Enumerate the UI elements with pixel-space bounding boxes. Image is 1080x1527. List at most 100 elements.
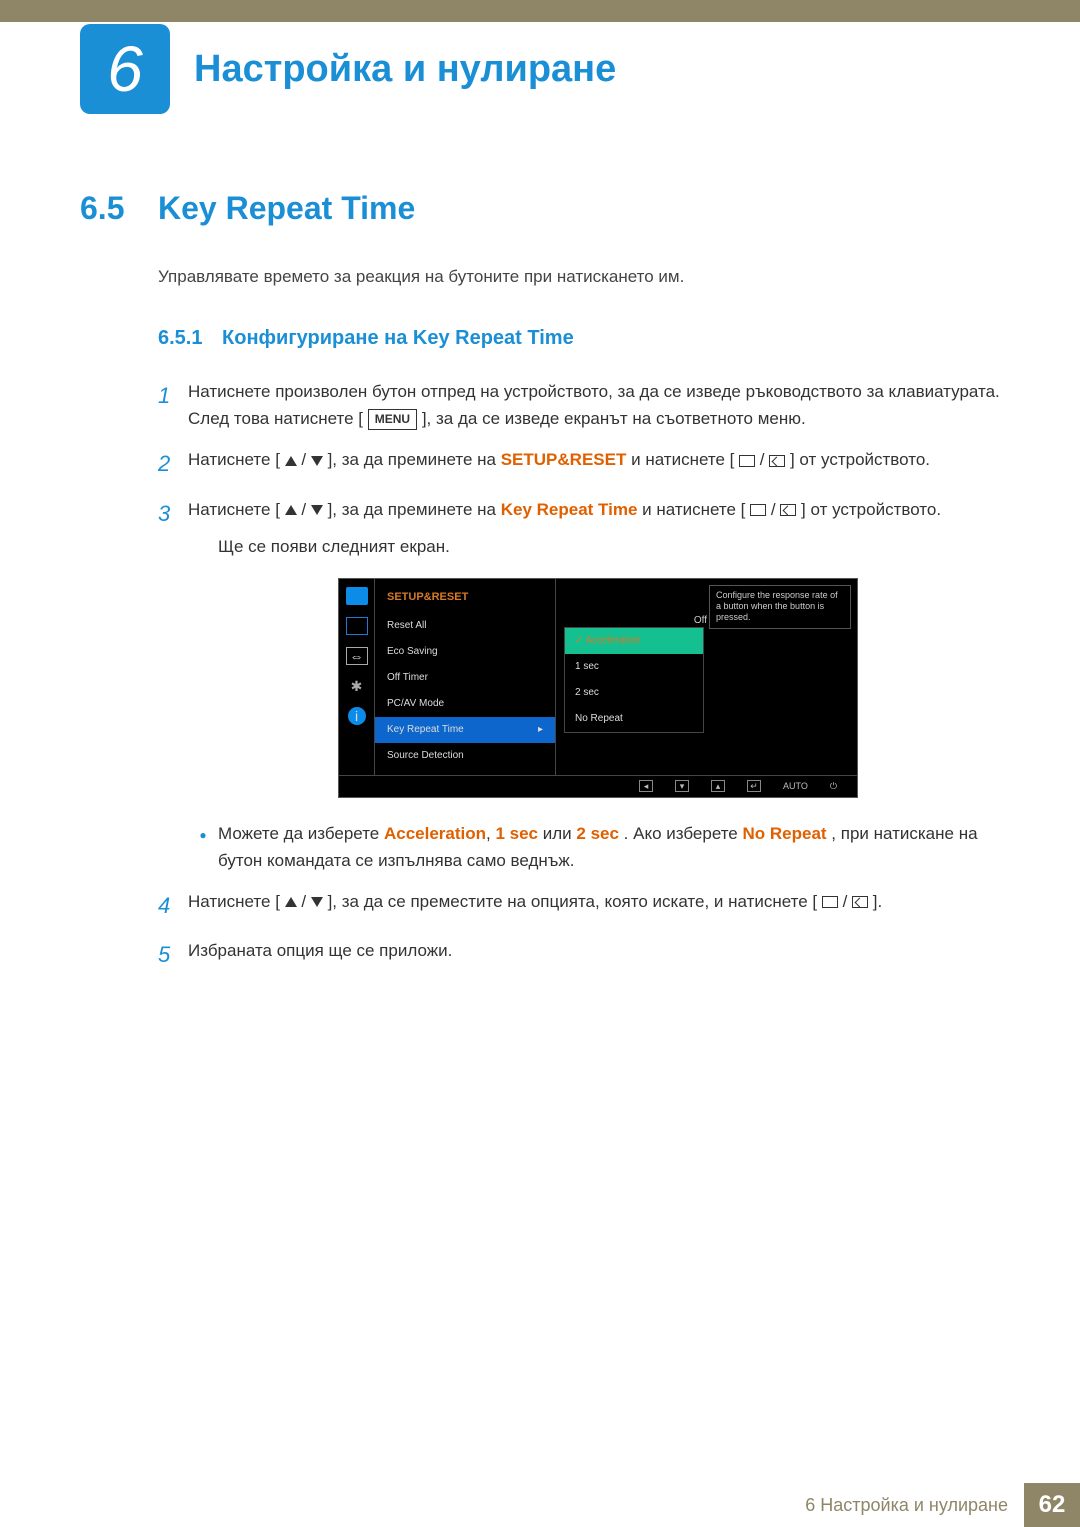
osd-option-2sec: 2 sec (565, 680, 703, 706)
text: Натиснете [ (188, 500, 280, 519)
subsection-number: 6.5.1 (158, 327, 202, 349)
check-icon: ✓ (575, 635, 583, 646)
step-text: Натиснете [ / ], за да преминете на SETU… (188, 446, 1000, 481)
step-5: 5 Избраната опция ще се приложи. (158, 937, 1000, 972)
step-number: 4 (158, 888, 188, 923)
footer-page-number: 62 (1024, 1483, 1080, 1527)
osd-menu: SETUP&RESET Reset All Eco Saving Off Tim… (375, 579, 555, 775)
bullet-text: Можете да изберете Acceleration, 1 sec и… (218, 820, 1000, 874)
up-arrow-icon (285, 456, 297, 466)
step-number: 2 (158, 446, 188, 481)
text: или (543, 824, 577, 843)
top-bar (0, 0, 1080, 22)
osd-tooltip: Configure the response rate of a button … (709, 585, 851, 629)
text: ], за да се преместите на опцията, която… (328, 892, 818, 911)
text: и натиснете [ (631, 450, 734, 469)
osd-item-pcav: PC/AV Mode (375, 691, 555, 717)
select-icon (822, 896, 838, 908)
content-area: 6.5 Key Repeat Time Управлявате времето … (80, 190, 1000, 986)
osd-item-source: Source Detection (375, 743, 555, 769)
section-title: Key Repeat Time (158, 190, 415, 227)
key-repeat-label: Key Repeat Time (501, 500, 638, 519)
step-number: 5 (158, 937, 188, 972)
picture-icon (346, 587, 368, 605)
osd-item-eco: Eco Saving (375, 639, 555, 665)
nav-up-icon: ▴ (711, 780, 725, 792)
up-arrow-icon (285, 897, 297, 907)
text: ] от устройството. (790, 450, 930, 469)
info-icon: i (348, 707, 366, 725)
text: Натиснете [ (188, 892, 280, 911)
text: ], за да се изведе екранът на съответнот… (422, 409, 806, 428)
text: Можете да изберете (218, 824, 384, 843)
one-sec-label: 1 sec (495, 824, 538, 843)
select-icon (739, 455, 755, 467)
text: ]. (873, 892, 882, 911)
bullet-note: ● Можете да изберете Acceleration, 1 sec… (188, 820, 1000, 874)
osd-popup: ✓ Acceleration 1 sec 2 sec No Repeat (564, 627, 704, 733)
setup-reset-label: SETUP&RESET (501, 450, 627, 469)
down-arrow-icon (311, 456, 323, 466)
power-icon: ⏻ (830, 779, 837, 793)
nav-enter-icon: ↵ (747, 780, 761, 792)
footer-text: 6 Настройка и нулиране (805, 1483, 1024, 1527)
size-icon: ⇔ (346, 647, 368, 665)
subsection-title: Конфигуриране на Key Repeat Time (222, 327, 574, 349)
down-arrow-icon (311, 505, 323, 515)
step-number: 3 (158, 496, 188, 874)
section-intro: Управлявате времето за реакция на бутони… (158, 267, 1000, 287)
text: Acceleration (586, 635, 641, 646)
osd-sidebar: ⇔ ✱ i (339, 579, 375, 775)
chapter-title: Настройка и нулиране (194, 48, 616, 91)
step-number: 1 (158, 378, 188, 432)
accel-label: Acceleration (384, 824, 486, 843)
steps-list: 1 Натиснете произволен бутон отпред на у… (158, 378, 1000, 972)
text: ], за да преминете на (328, 500, 501, 519)
step-3: 3 Натиснете [ / ], за да преминете на Ke… (158, 496, 1000, 874)
menu-button-label: MENU (368, 409, 417, 430)
auto-label: AUTO (783, 779, 808, 793)
nav-left-icon: ◂ (639, 780, 653, 792)
osd-option-acceleration: ✓ Acceleration (565, 628, 703, 654)
osd-right-pane: Off Configure the response rate of a but… (555, 579, 857, 775)
step-note: Ще се появи следният екран. (218, 533, 1000, 560)
enter-icon (852, 896, 868, 908)
section-number: 6.5 (80, 190, 158, 227)
text: Натиснете [ (188, 450, 280, 469)
osd-option-1sec: 1 sec (565, 654, 703, 680)
gear-icon: ✱ (346, 677, 368, 695)
step-text: Натиснете [ / ], за да преминете на Key … (188, 496, 1000, 874)
step-4: 4 Натиснете [ / ], за да се преместите н… (158, 888, 1000, 923)
osd-item-offtimer: Off Timer (375, 665, 555, 691)
list-icon (346, 617, 368, 635)
up-arrow-icon (285, 505, 297, 515)
step-text: Натиснете произволен бутон отпред на уст… (188, 378, 1000, 432)
subsection-heading: 6.5.1 Конфигуриране на Key Repeat Time (158, 327, 1000, 350)
osd-eco-value: Off (694, 613, 707, 629)
osd-item-keyrepeat: Key Repeat Time▸ (375, 717, 555, 743)
section-heading: 6.5 Key Repeat Time (80, 190, 1000, 227)
step-text: Избраната опция ще се приложи. (188, 937, 1000, 972)
text: . Ако изберете (624, 824, 743, 843)
down-arrow-icon (311, 897, 323, 907)
step-text: Натиснете [ / ], за да се преместите на … (188, 888, 1000, 923)
text: и натиснете [ (642, 500, 745, 519)
step-2: 2 Натиснете [ / ], за да преминете на SE… (158, 446, 1000, 481)
osd-option-norepeat: No Repeat (565, 706, 703, 732)
text: ] от устройството. (801, 500, 941, 519)
page-footer: 6 Настройка и нулиране 62 (0, 1483, 1080, 1527)
no-repeat-label: No Repeat (742, 824, 826, 843)
two-sec-label: 2 sec (576, 824, 619, 843)
enter-icon (780, 504, 796, 516)
chapter-header: 6 Настройка и нулиране (80, 24, 616, 114)
nav-down-icon: ▾ (675, 780, 689, 792)
osd-panel: ⇔ ✱ i SETUP&RESET Reset All Eco Saving O… (338, 578, 858, 798)
osd-item-reset: Reset All (375, 613, 555, 639)
osd-header: SETUP&RESET (375, 585, 555, 613)
chapter-number-badge: 6 (80, 24, 170, 114)
osd-footer: ◂ ▾ ▴ ↵ AUTO ⏻ (339, 775, 857, 797)
step-1: 1 Натиснете произволен бутон отпред на у… (158, 378, 1000, 432)
enter-icon (769, 455, 785, 467)
select-icon (750, 504, 766, 516)
text: ], за да преминете на (328, 450, 501, 469)
